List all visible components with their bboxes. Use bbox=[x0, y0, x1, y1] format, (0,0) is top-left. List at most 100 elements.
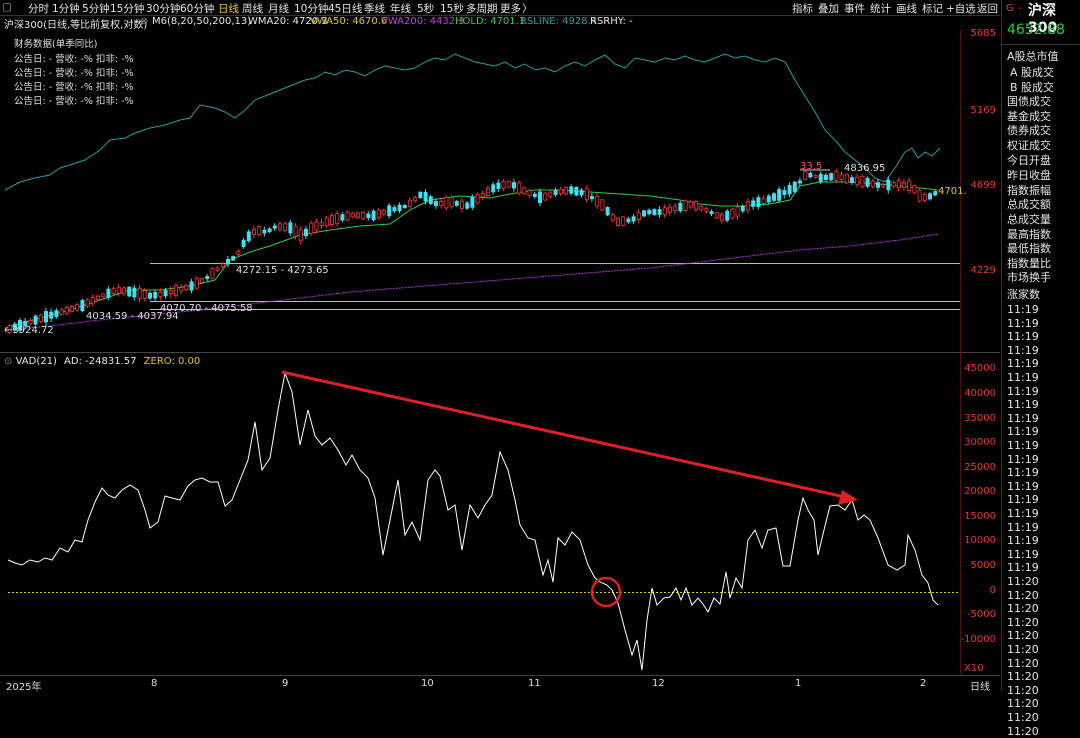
candle-body bbox=[106, 288, 111, 298]
candle-body bbox=[407, 199, 412, 207]
candle-body bbox=[392, 207, 397, 212]
candle-body bbox=[449, 196, 454, 208]
candle-body bbox=[532, 193, 537, 197]
candle-body bbox=[335, 213, 340, 224]
candle-body bbox=[886, 179, 891, 191]
candle-body bbox=[621, 216, 626, 226]
candle-body bbox=[319, 222, 324, 226]
vad-label: VAD(21) bbox=[15, 356, 57, 367]
candle-body bbox=[616, 217, 621, 226]
candle-body bbox=[49, 311, 54, 319]
tick-time: 11:19 bbox=[1007, 561, 1039, 575]
tick-time: 11:20 bbox=[1007, 575, 1039, 588]
tick-time: 11:19 bbox=[1007, 343, 1039, 357]
tick-time: 11:19 bbox=[1007, 316, 1039, 330]
candle-body bbox=[855, 176, 860, 185]
candle-body bbox=[28, 320, 33, 324]
tick-time: 11:19 bbox=[1007, 479, 1039, 493]
candle-body bbox=[101, 293, 106, 298]
candle-body bbox=[277, 223, 282, 230]
tick-time: 11:20 bbox=[1007, 697, 1039, 711]
tick-time: 11:19 bbox=[1007, 384, 1039, 398]
stat-item: 债券成交 bbox=[1007, 124, 1051, 137]
candle-body bbox=[813, 174, 818, 178]
tick-time: 11:19 bbox=[1007, 330, 1039, 344]
tick-time: 11:19 bbox=[1007, 398, 1039, 412]
candle-body bbox=[340, 214, 345, 221]
candle-body bbox=[184, 284, 189, 291]
candle-body bbox=[111, 288, 116, 295]
candle-body bbox=[652, 209, 657, 215]
candle-body bbox=[912, 185, 917, 194]
tick-time: 11:19 bbox=[1007, 534, 1039, 548]
candle-body bbox=[844, 174, 849, 184]
candle-body bbox=[309, 222, 314, 234]
candle-body bbox=[527, 190, 532, 197]
candle-body bbox=[168, 290, 173, 294]
stat-item: 昨日收盘 bbox=[1007, 169, 1051, 182]
candle-body bbox=[210, 268, 215, 279]
candle-body bbox=[199, 278, 204, 283]
candle-body bbox=[590, 196, 595, 200]
candle-body bbox=[397, 204, 402, 212]
settings-icon[interactable]: ⊙ bbox=[4, 356, 12, 367]
candle-body bbox=[96, 295, 101, 300]
candle-body bbox=[241, 239, 246, 247]
vad-axis: 45000 40000 35000 30000 25000 20000 1500… bbox=[956, 0, 1000, 690]
candle-body bbox=[777, 189, 782, 201]
candle-body bbox=[439, 200, 444, 206]
candle-body bbox=[189, 281, 194, 291]
candle-body bbox=[709, 211, 714, 215]
candle-body bbox=[636, 212, 641, 220]
candle-body bbox=[433, 201, 438, 207]
tick-time: 11:20 bbox=[1007, 602, 1039, 616]
candle-body bbox=[179, 287, 184, 292]
candle-body bbox=[699, 205, 704, 210]
candle-body bbox=[59, 309, 64, 315]
candle-body bbox=[922, 193, 927, 201]
candle-body bbox=[231, 256, 236, 261]
candle-body bbox=[772, 193, 777, 201]
candle-body bbox=[475, 194, 480, 204]
candle-body bbox=[54, 310, 59, 317]
tick-time: 11:19 bbox=[1007, 371, 1039, 384]
vad-title: ⊙ VAD(21) AD: -24831.57 ZERO: 0.00 bbox=[4, 356, 200, 367]
chart-canvas[interactable] bbox=[0, 0, 1000, 690]
vad-tick: 20000 bbox=[964, 486, 996, 497]
candle-body bbox=[506, 181, 511, 188]
candle-body bbox=[38, 314, 43, 322]
candle-body bbox=[33, 315, 38, 325]
stat-item: A 股成交 bbox=[1010, 66, 1055, 79]
vad-tick: -5000 bbox=[966, 609, 996, 620]
stat-item: 国债成交 bbox=[1007, 95, 1051, 108]
candle-body bbox=[668, 206, 673, 213]
candle-body bbox=[896, 180, 901, 189]
candle-body bbox=[850, 177, 855, 183]
candle-body bbox=[766, 195, 771, 203]
tick-time: 11:19 bbox=[1007, 411, 1039, 425]
candle-body bbox=[324, 217, 329, 227]
tick-time: 11:19 bbox=[1007, 439, 1039, 452]
candle-body bbox=[720, 214, 725, 222]
tick-time: 11:20 bbox=[1007, 615, 1039, 629]
candle-body bbox=[142, 290, 147, 299]
vad-tick: 0 bbox=[989, 585, 996, 596]
vad-unit: X10 bbox=[964, 663, 984, 674]
candle-body bbox=[402, 204, 407, 209]
candle-body bbox=[137, 288, 142, 300]
candle-body bbox=[465, 202, 470, 209]
tick-time: 11:20 bbox=[1007, 588, 1039, 602]
high-label-left: 33.5 bbox=[800, 161, 823, 172]
candle-body bbox=[236, 250, 241, 255]
tick-time: 11:20 bbox=[1007, 683, 1039, 697]
candle-body bbox=[865, 177, 870, 187]
candle-body bbox=[293, 225, 298, 237]
candle-body bbox=[657, 209, 662, 215]
candle-body bbox=[153, 292, 158, 299]
candle-body bbox=[70, 305, 75, 312]
vad-tick: 40000 bbox=[964, 388, 996, 399]
candle-body bbox=[714, 212, 719, 219]
candle-body bbox=[215, 267, 220, 271]
candle-body bbox=[746, 201, 751, 211]
low-label: ←3924.72 bbox=[4, 325, 54, 336]
